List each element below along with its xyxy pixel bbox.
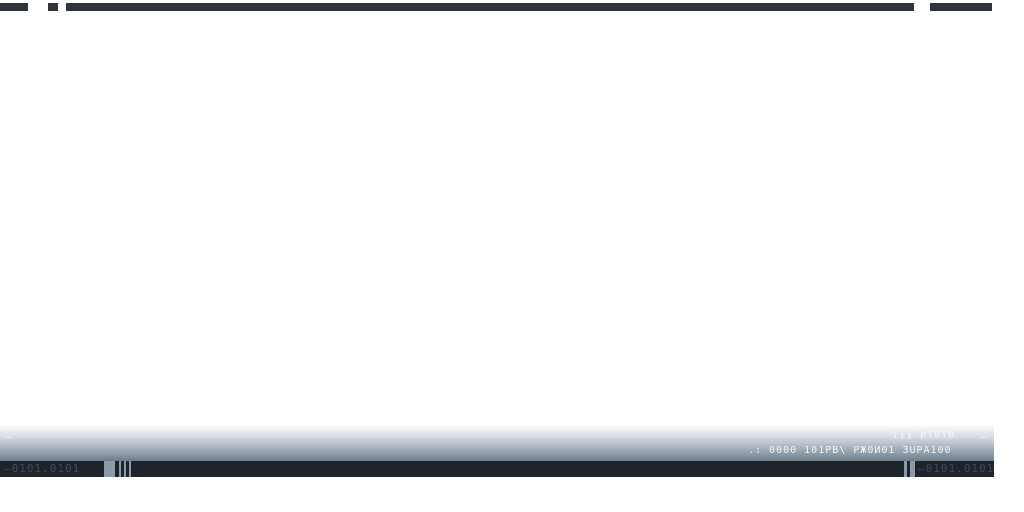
- status-marker-tick: [124, 461, 126, 477]
- top-bar-right-segment: [930, 3, 992, 11]
- panel-info-line-2: .: 0000 101РВ\ РЖ0И01 ЗUРА100: [748, 445, 952, 456]
- bottom-info-panel: – – 111 ИТ0Т0 .: 0000 101РВ\ РЖ0И01 ЗUРА…: [0, 424, 994, 461]
- top-bar-main: [66, 3, 914, 11]
- top-bar-left-segment: [0, 3, 28, 11]
- status-marker-tick: [129, 461, 131, 477]
- panel-info-line-1: 111 ИТ0Т0: [892, 430, 956, 441]
- status-code-left: —0101.0101: [4, 462, 81, 475]
- panel-dash-right: –: [980, 432, 987, 443]
- status-marker-block: [104, 461, 115, 477]
- status-marker-tick: [119, 461, 121, 477]
- status-marker-tick: [904, 461, 907, 477]
- status-marker-tick: [910, 461, 915, 477]
- top-bar-square-indicator: [48, 3, 58, 11]
- panel-dash-left: –: [6, 432, 13, 443]
- status-code-right: —0101.0101: [918, 462, 995, 475]
- screen: – – 111 ИТ0Т0 .: 0000 101РВ\ РЖ0И01 ЗUРА…: [0, 0, 1024, 512]
- status-bar: —0101.0101 —0101.0101: [0, 461, 994, 477]
